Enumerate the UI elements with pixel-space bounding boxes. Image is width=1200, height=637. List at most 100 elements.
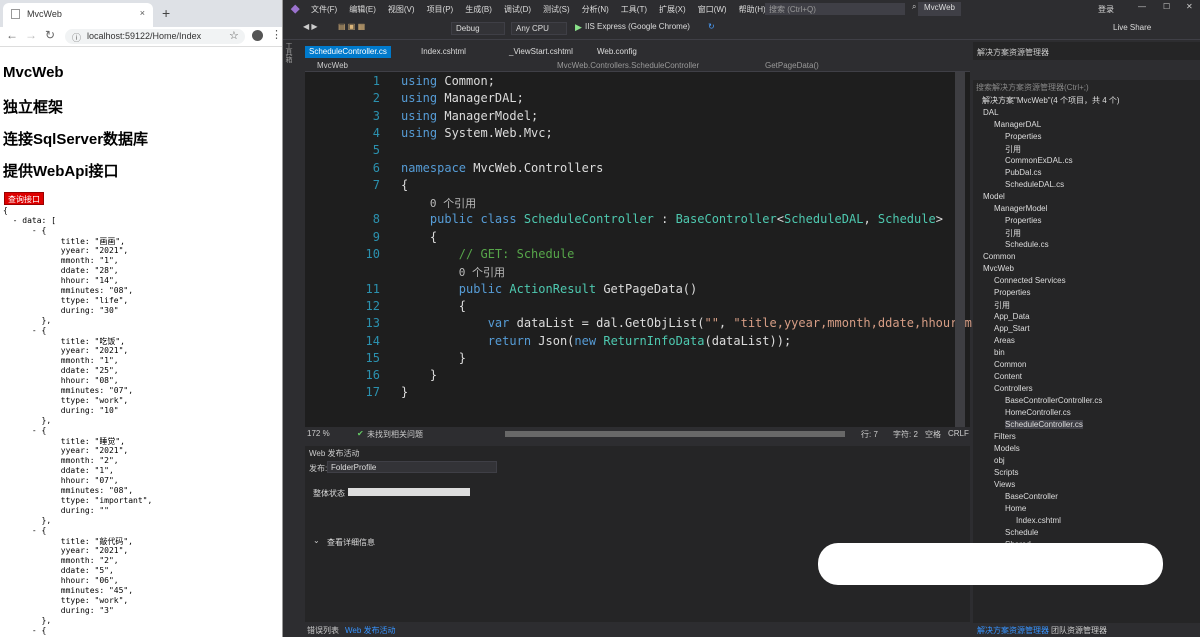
se-tree-item[interactable]: Content [994,372,1022,381]
document-tab[interactable]: ScheduleController.cs [305,46,391,58]
code-line[interactable]: public class ScheduleController : BaseCo… [401,212,943,226]
document-tab[interactable]: Index.cshtml [417,46,470,58]
profile-dropdown[interactable]: FolderProfile [327,461,497,473]
view-details-link[interactable]: 查看详细信息 [327,537,375,548]
new-tab-icon[interactable]: + [162,5,170,21]
code-line[interactable]: using ManagerModel; [401,109,538,123]
menu-item[interactable]: 测试(S) [543,5,570,14]
se-tree-item[interactable]: App_Data [994,312,1030,321]
menu-item[interactable]: 帮助(H) [739,5,766,14]
se-tree-item[interactable]: Properties [1005,132,1041,141]
nav-member[interactable]: GetPageData() [765,61,819,70]
nav-class[interactable]: MvcWeb.Controllers.ScheduleController [557,61,699,70]
search-icon[interactable]: ⌕ [912,2,916,12]
se-tree-item[interactable]: ManagerDAL [994,120,1041,129]
query-api-button[interactable]: 查询接口 [4,192,44,205]
se-tree-item[interactable]: Common [994,360,1026,369]
editor-scrollbar[interactable] [955,72,965,427]
code-line[interactable]: { [401,230,437,244]
se-tree-item[interactable]: 引用 [1005,228,1021,239]
menu-dots-icon[interactable]: ⋮ [271,28,282,41]
menu-item[interactable]: 文件(F) [311,5,337,14]
se-tree-item[interactable]: Connected Services [994,276,1066,285]
minimize-icon[interactable]: — [1138,2,1146,11]
menu-item[interactable]: 视图(V) [388,5,415,14]
code-line[interactable]: using System.Web.Mvc; [401,126,553,140]
maximize-icon[interactable]: ☐ [1163,2,1170,11]
se-tree-item[interactable]: BaseControllerController.cs [1005,396,1102,405]
close-icon[interactable]: × [140,8,145,18]
se-tree-item[interactable]: Scripts [994,468,1018,477]
account-icon[interactable] [252,30,263,41]
address-bar[interactable]: ⓘ localhost:59122/Home/Index [65,29,245,44]
forward-icon[interactable]: → [25,28,37,42]
menu-item[interactable]: 窗口(W) [698,5,727,14]
code-line[interactable]: } [401,351,466,365]
menu-item[interactable]: 工具(T) [621,5,647,14]
menu-item[interactable]: 项目(P) [427,5,454,14]
run-target[interactable]: IIS Express (Google Chrome) [585,22,700,31]
menu-item[interactable]: 生成(B) [465,5,492,14]
nav-project[interactable]: MvcWeb [317,61,348,70]
menu-item[interactable]: 调试(D) [504,5,531,14]
se-tree-item[interactable]: Model [983,192,1005,201]
toolbar-back-icon[interactable]: ◀ ▶ [303,22,318,31]
se-tree-item[interactable]: Models [994,444,1020,453]
back-icon[interactable]: ← [6,28,18,42]
search-box[interactable]: 搜索 (Ctrl+Q) [765,3,905,15]
se-tree-item[interactable]: ScheduleController.cs [1005,420,1083,429]
run-icon[interactable]: ▶ [575,22,582,33]
se-tree-item[interactable]: Properties [994,288,1030,297]
refresh-icon[interactable]: ↻ [708,22,715,31]
se-tree-item[interactable]: PubDal.cs [1005,168,1041,177]
tab-solution-explorer[interactable]: 解决方案资源管理器 [977,625,1049,636]
menu-item[interactable]: 分析(N) [582,5,609,14]
config-dropdown[interactable]: Debug [451,22,505,35]
code-line[interactable]: var dataList = dal.GetObjList("", "title… [401,316,972,330]
se-tree-item[interactable]: Properties [1005,216,1041,225]
code-line[interactable]: namespace MvcWeb.Controllers [401,161,603,175]
se-tree-item[interactable]: Schedule [1005,528,1038,537]
toolbar-files-icon[interactable]: ▤ ▣ ▦ [338,22,365,31]
se-tree-item[interactable]: HomeController.cs [1005,408,1071,417]
issues-text[interactable]: 未找到相关问题 [367,429,423,440]
tab-team-explorer[interactable]: 团队资源管理器 [1051,625,1107,636]
se-tree-item[interactable]: CommonExDAL.cs [1005,156,1073,165]
code-line[interactable]: // GET: Schedule [401,247,575,261]
login-link[interactable]: 登录 [1098,4,1114,15]
code-line[interactable]: using ManagerDAL; [401,91,524,105]
se-tree-item[interactable]: bin [994,348,1005,357]
zoom-level[interactable]: 172 % [307,429,330,438]
toolbox-strip[interactable]: 工具箱 [283,42,297,637]
se-tree-item[interactable]: DAL [983,108,999,117]
code-line[interactable]: } [401,368,437,382]
se-tree-item[interactable]: Schedule.cs [1005,240,1049,249]
document-tab[interactable]: _ViewStart.cshtml [505,46,577,58]
reload-icon[interactable]: ↻ [45,28,55,42]
se-tree-item[interactable]: 引用 [1005,144,1021,155]
window-close-icon[interactable]: ✕ [1186,2,1193,11]
live-share-button[interactable]: Live Share [1113,23,1151,32]
platform-dropdown[interactable]: Any CPU [511,22,567,35]
se-tree-item[interactable]: Home [1005,504,1026,513]
tab-publish[interactable]: Web 发布活动 [345,625,396,636]
se-tree-item[interactable]: ManagerModel [994,204,1047,213]
se-tree-item[interactable]: Controllers [994,384,1033,393]
se-tree-item[interactable]: Areas [994,336,1015,345]
expand-icon[interactable]: ⌄ [313,536,320,545]
se-tree-item[interactable]: Common [983,252,1015,261]
se-tree-item[interactable]: Filters [994,432,1016,441]
tab-error-list[interactable]: 错误列表 [307,625,339,636]
code-line[interactable]: } [401,385,408,399]
se-tree-item[interactable]: App_Start [994,324,1030,333]
se-tree-item[interactable]: 引用 [994,300,1010,311]
code-line[interactable]: using Common; [401,74,495,88]
bookmark-star-icon[interactable]: ☆ [229,29,239,42]
se-tree-item[interactable]: obj [994,456,1005,465]
se-tree-item[interactable]: Index.cshtml [1016,516,1061,525]
code-line[interactable]: 0 个引用 [401,195,476,211]
se-tree-item[interactable]: Views [994,480,1015,489]
code-line[interactable]: { [401,178,408,192]
code-line[interactable]: { [401,299,466,313]
browser-tab[interactable]: MvcWeb × [3,3,153,27]
